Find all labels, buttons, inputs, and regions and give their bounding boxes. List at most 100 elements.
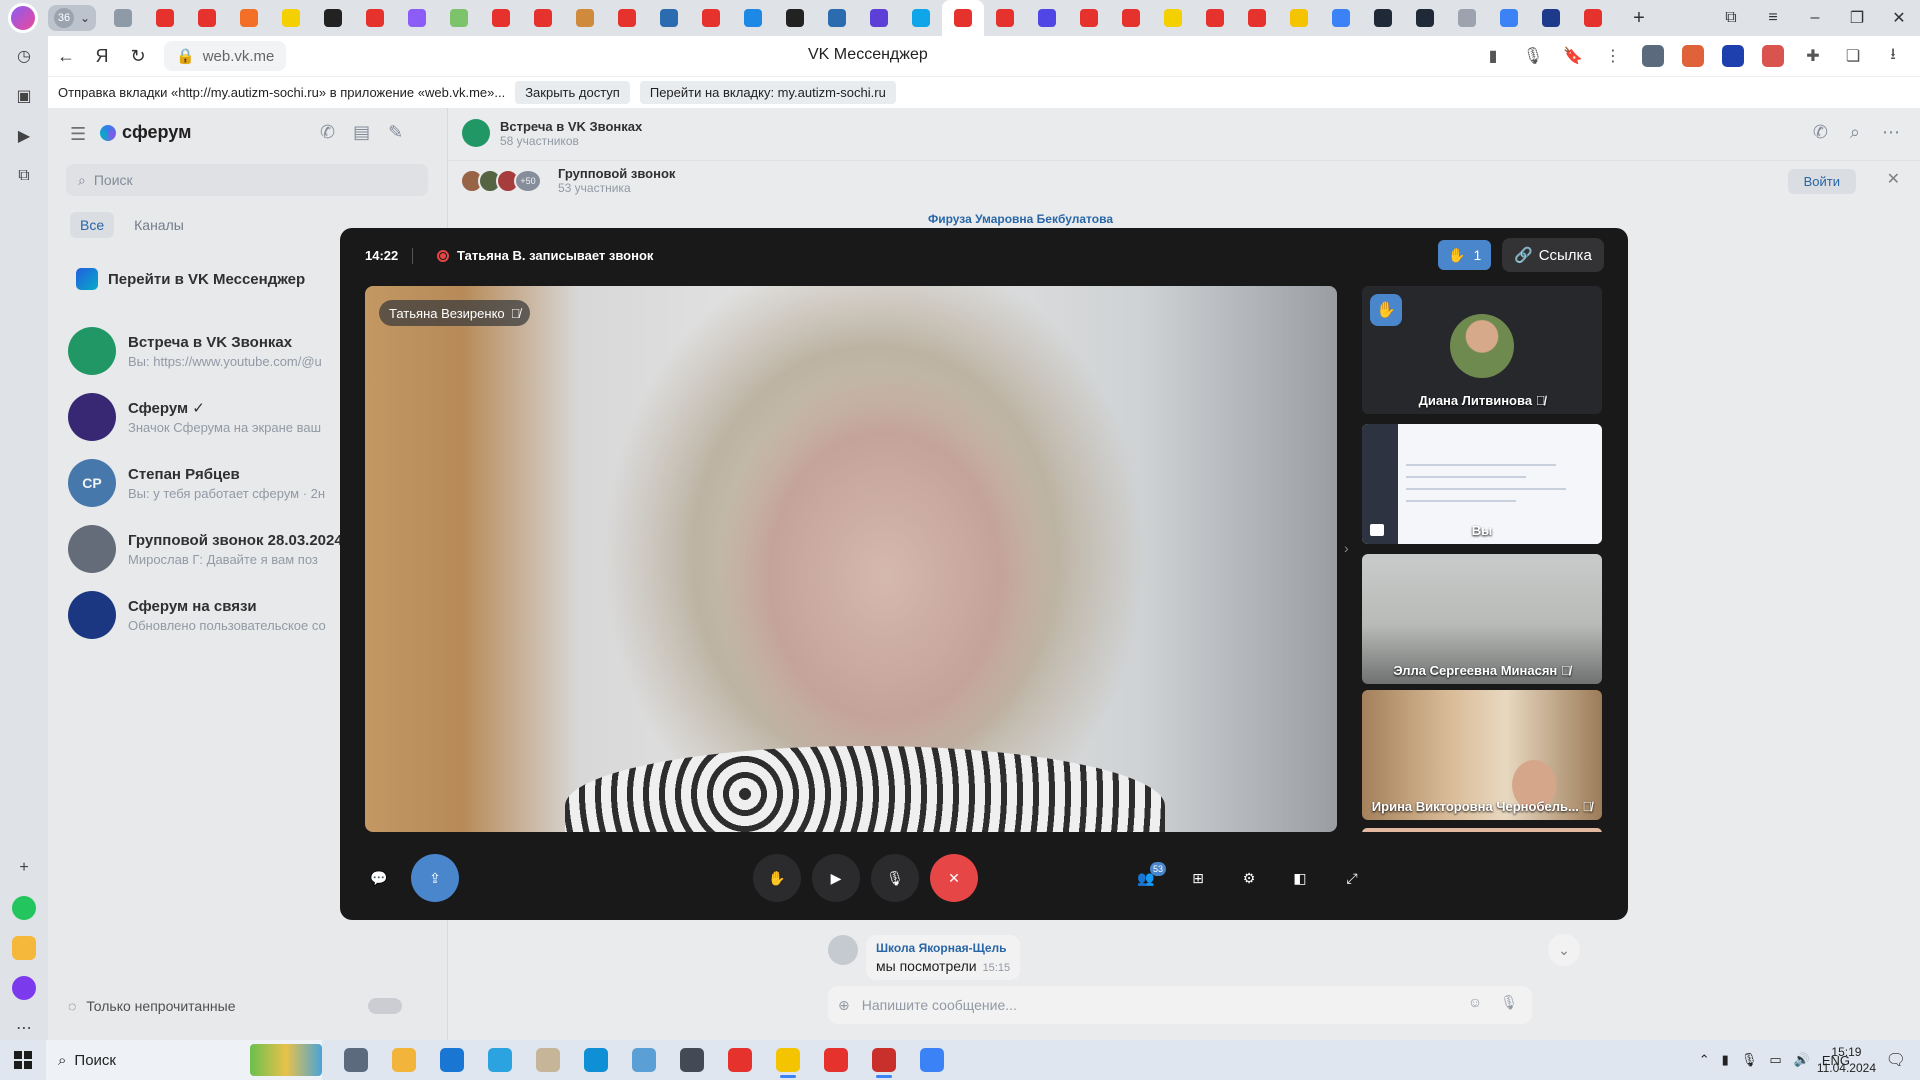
start-button[interactable] — [0, 1040, 46, 1080]
browser-tab[interactable] — [858, 0, 900, 36]
taskbar-app[interactable] — [814, 1040, 858, 1080]
end-call-button[interactable]: ✕ — [930, 854, 978, 902]
participant-tile[interactable]: Элла Сергеевна Минасян 🎙̸ — [1362, 554, 1602, 684]
notifications-icon[interactable]: 🗨 — [1886, 1050, 1906, 1070]
close-window-button[interactable]: ✕ — [1878, 0, 1920, 36]
collections-icon[interactable]: ❏ — [1836, 40, 1870, 72]
raise-hand-button[interactable]: ✋ — [753, 854, 801, 902]
raised-hands-button[interactable]: ✋ 1 — [1438, 240, 1492, 270]
profile-avatar[interactable] — [8, 3, 38, 33]
browser-tab[interactable] — [1572, 0, 1614, 36]
screenshot-icon[interactable]: ⧉ — [0, 156, 48, 196]
browser-tab[interactable] — [522, 0, 564, 36]
back-button[interactable]: ← — [48, 38, 84, 74]
browser-tab[interactable] — [1278, 0, 1320, 36]
browser-tab[interactable] — [1026, 0, 1068, 36]
participants-button[interactable]: 👥 53 — [1122, 854, 1170, 902]
browser-tab[interactable] — [438, 0, 480, 36]
taskbar-app[interactable] — [382, 1040, 426, 1080]
microphone-icon[interactable]: 🎙 — [1741, 1052, 1758, 1068]
browser-tab[interactable] — [270, 0, 312, 36]
browser-tab[interactable] — [228, 0, 270, 36]
browser-tab[interactable] — [1362, 0, 1404, 36]
minimize-button[interactable]: – — [1794, 0, 1836, 36]
participant-tile[interactable]: Ирина Викторовна Чернобель... 🎙̸ — [1362, 690, 1602, 820]
browser-tab[interactable] — [1110, 0, 1152, 36]
browser-tab[interactable] — [942, 0, 985, 36]
close-access-button[interactable]: Закрыть доступ — [515, 81, 630, 104]
copy-link-button[interactable]: 🔗 Ссылка — [1502, 238, 1604, 272]
taskbar-app[interactable] — [334, 1040, 378, 1080]
chat-button[interactable]: 💬 — [355, 854, 403, 902]
clock[interactable]: 15:19 11.04.2024 — [1817, 1044, 1876, 1076]
camera-icon[interactable]: ▮ — [1722, 1052, 1729, 1068]
more-options-icon[interactable]: ⋮ — [1596, 40, 1630, 72]
browser-tab[interactable] — [354, 0, 396, 36]
browser-tab[interactable] — [606, 0, 648, 36]
menu-icon[interactable]: ≡ — [1752, 0, 1794, 36]
participant-tile[interactable]: Вы — [1362, 424, 1602, 544]
browser-tab[interactable] — [186, 0, 228, 36]
taskbar-app[interactable] — [718, 1040, 762, 1080]
extension-icon[interactable] — [1676, 40, 1710, 72]
extension-icon[interactable] — [1716, 40, 1750, 72]
taskbar-app[interactable] — [574, 1040, 618, 1080]
taskbar-app[interactable] — [862, 1040, 906, 1080]
browser-tab[interactable] — [732, 0, 774, 36]
download-icon[interactable]: ⭳ — [1876, 40, 1910, 72]
browser-tab[interactable] — [144, 0, 186, 36]
browser-tab[interactable] — [690, 0, 732, 36]
extension-icon[interactable] — [1636, 40, 1670, 72]
share-screen-button[interactable]: ⇪ — [411, 854, 459, 902]
browser-tab[interactable] — [564, 0, 606, 36]
browser-tab[interactable] — [1320, 0, 1362, 36]
browser-tab[interactable] — [1488, 0, 1530, 36]
microphone-icon[interactable]: 🎙 — [1516, 40, 1550, 72]
extension-icon[interactable] — [1756, 40, 1790, 72]
volume-icon[interactable]: 🔊 — [1794, 1052, 1810, 1068]
taskbar-app[interactable] — [766, 1040, 810, 1080]
taskbar-app[interactable] — [430, 1040, 474, 1080]
go-to-tab-button[interactable]: Перейти на вкладку: my.autizm-sochi.ru — [639, 81, 896, 104]
taskbar-app[interactable] — [670, 1040, 714, 1080]
camera-icon[interactable]: ▮ — [1476, 40, 1510, 72]
notes-app-icon[interactable] — [0, 928, 48, 968]
participant-tile[interactable]: ✋ Диана Литвинова 🎙̸ — [1362, 286, 1602, 414]
browser-tab[interactable] — [984, 0, 1026, 36]
taskbar-app[interactable] — [526, 1040, 570, 1080]
main-video-feed[interactable]: Татьяна Везиренко 🎙̸ — [365, 286, 1337, 832]
microphone-button[interactable]: 🎙 — [871, 854, 919, 902]
yandex-icon[interactable]: Я — [84, 38, 120, 74]
taskbar-app[interactable] — [622, 1040, 666, 1080]
browser-tab[interactable] — [648, 0, 690, 36]
chevron-up-icon[interactable]: ⌃ — [1699, 1052, 1710, 1068]
tasks-app-icon[interactable] — [0, 888, 48, 928]
alice-app-icon[interactable] — [0, 968, 48, 1008]
browser-tab[interactable] — [1236, 0, 1278, 36]
bookmark-icon[interactable]: ⧉ — [1710, 0, 1752, 36]
video-icon[interactable]: ▶ — [0, 116, 48, 156]
url-field[interactable]: 🔒 web.vk.me — [164, 41, 287, 71]
puzzle-icon[interactable]: ✚ — [1796, 40, 1830, 72]
browser-tab[interactable] — [480, 0, 522, 36]
taskbar-app[interactable] — [478, 1040, 522, 1080]
tab-counter[interactable]: 36 ⌄ — [48, 5, 97, 31]
grid-view-button[interactable]: ⊞ — [1174, 854, 1222, 902]
browser-tab[interactable] — [1068, 0, 1110, 36]
bookmark-icon[interactable]: 🔖 — [1556, 40, 1590, 72]
restore-button[interactable]: ❐ — [1836, 0, 1878, 36]
participant-tile[interactable] — [1362, 828, 1602, 832]
browser-tab[interactable] — [102, 0, 144, 36]
taskbar-app[interactable] — [910, 1040, 954, 1080]
tabs-counter-icon[interactable]: ▣ — [0, 76, 48, 116]
taskbar-search[interactable]: ⌕ Поиск — [46, 1040, 322, 1080]
browser-tab[interactable] — [1446, 0, 1488, 36]
browser-tab[interactable] — [312, 0, 354, 36]
fullscreen-button[interactable]: ⤢ — [1328, 854, 1376, 902]
new-tab-button[interactable]: + — [1627, 6, 1651, 30]
browser-tab[interactable] — [816, 0, 858, 36]
reload-button[interactable]: ↻ — [120, 38, 156, 74]
browser-tab[interactable] — [1152, 0, 1194, 36]
browser-tab[interactable] — [1404, 0, 1446, 36]
browser-tab[interactable] — [774, 0, 816, 36]
